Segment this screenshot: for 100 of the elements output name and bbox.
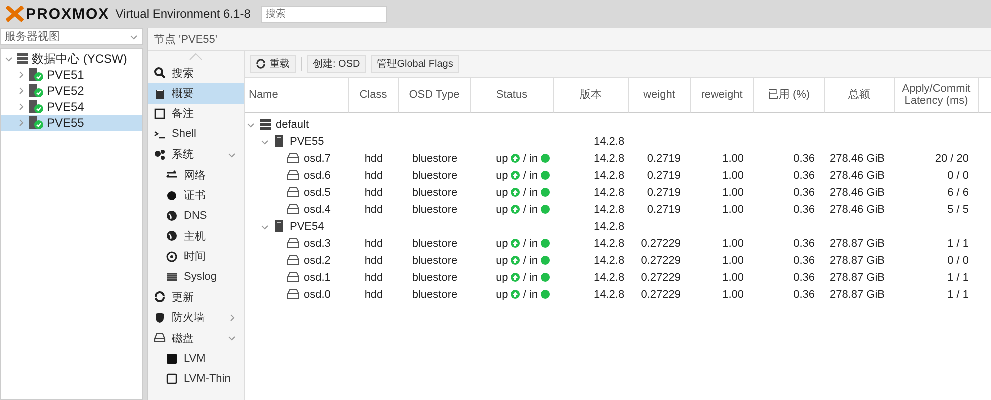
weight-text: 0.2719 <box>647 204 681 216</box>
reload-icon <box>256 59 266 69</box>
column-header[interactable]: 总额 <box>825 78 895 113</box>
status-up-text: up <box>496 238 508 250</box>
osd-type-text: bluestore <box>412 170 458 182</box>
nav-item[interactable]: Shell <box>148 124 244 145</box>
status-in-text: / in <box>523 254 538 266</box>
used-text: 0.36 <box>794 152 815 164</box>
column-header[interactable]: reweight <box>691 78 754 113</box>
total-text: 278.87 GiB <box>830 272 885 284</box>
tree-item[interactable]: PVE54 <box>1 99 142 115</box>
nav-item[interactable]: 防火墙 <box>148 308 244 328</box>
column-header[interactable]: 已用 (%) <box>754 78 825 113</box>
expand-caret-icon[interactable] <box>261 138 269 146</box>
version-text: 14.2.8 <box>594 204 625 216</box>
status-dot-icon <box>541 188 550 197</box>
search-field[interactable]: 搜索 <box>260 6 387 22</box>
column-header[interactable]: weight <box>629 78 691 113</box>
reweight-text: 1.00 <box>722 186 744 198</box>
osd-type-text: bluestore <box>412 288 458 300</box>
nav-item[interactable]: 搜索 <box>148 63 244 84</box>
row-name: PVE54 <box>290 220 324 232</box>
server-icon <box>273 220 286 233</box>
version-text: 14.2.8 <box>594 152 625 164</box>
column-header[interactable]: Apply/Commit Latency (ms) <box>895 78 979 113</box>
status-in-text: / in <box>523 288 538 300</box>
nav-item[interactable]: 系统 <box>148 144 244 165</box>
status-dot-icon <box>541 154 550 163</box>
status-up-text: up <box>496 152 508 164</box>
row-name: osd.7 <box>304 152 331 164</box>
row-name: osd.2 <box>304 254 331 266</box>
reweight-text: 1.00 <box>722 170 744 182</box>
weight-text: 0.27229 <box>641 254 681 266</box>
toolbar-button[interactable]: 管理Global Flags <box>371 55 460 73</box>
osd-type-text: bluestore <box>412 186 458 198</box>
nav-item[interactable]: LVM <box>148 348 244 369</box>
expand-caret-icon[interactable] <box>228 314 236 322</box>
expand-caret-icon[interactable] <box>261 222 269 230</box>
used-text: 0.36 <box>794 170 815 182</box>
class-text: hdd <box>364 288 384 300</box>
class-text: hdd <box>364 152 384 164</box>
osd-type-text: bluestore <box>412 204 458 216</box>
nav-item[interactable]: DNS <box>148 206 244 226</box>
nav-item[interactable]: 时间 <box>148 246 244 267</box>
nav-item[interactable]: 备注 <box>148 104 244 124</box>
up-arrow-icon <box>511 273 520 282</box>
used-text: 0.36 <box>794 204 815 216</box>
server-rack-icon <box>259 118 272 131</box>
used-text: 0.36 <box>794 272 815 284</box>
column-header[interactable]: OSD Type <box>399 78 471 113</box>
toolbar-button[interactable]: 创建: OSD <box>307 55 366 73</box>
latency-text: 20 / 20 <box>935 152 969 164</box>
status-up-text: up <box>496 170 508 182</box>
class-text: hdd <box>364 186 384 198</box>
row-name: PVE55 <box>290 136 324 148</box>
server-online-icon <box>28 100 44 114</box>
view-selector[interactable]: 服务器视图 <box>0 28 143 45</box>
expand-caret-icon[interactable] <box>228 150 236 159</box>
nav-item[interactable]: 网络 <box>148 164 244 186</box>
used-text: 0.36 <box>794 288 815 300</box>
nav-item[interactable]: 磁盘 <box>148 328 244 348</box>
used-text: 0.36 <box>794 186 815 198</box>
column-header[interactable]: Name <box>245 78 349 113</box>
osd-type-text: bluestore <box>412 238 458 250</box>
nav-item[interactable]: 更新 <box>148 287 244 308</box>
nav-item[interactable]: Syslog <box>148 266 244 288</box>
tree-item[interactable]: PVE51 <box>1 67 142 83</box>
status-dot-icon <box>541 205 550 214</box>
tree-item[interactable]: PVE55 <box>1 115 142 131</box>
toolbar-button[interactable]: 重载 <box>250 55 296 73</box>
nav-item[interactable]: LVM-Thin <box>148 368 244 390</box>
nav-item[interactable]: 证书 <box>148 185 244 206</box>
total-text: 278.46 GiB <box>830 152 885 164</box>
latency-text: 6 / 6 <box>948 186 969 198</box>
expand-caret-icon[interactable] <box>228 334 236 342</box>
nav-item[interactable]: 概要 <box>148 83 244 104</box>
column-header[interactable]: Status <box>471 78 554 113</box>
status-dot-icon <box>541 239 550 248</box>
logo-text: PROXMOX <box>26 6 110 22</box>
reweight-text: 1.00 <box>722 272 744 284</box>
scroll-up-icon[interactable] <box>189 53 203 61</box>
status-dot-icon <box>541 171 550 180</box>
osd-type-text: bluestore <box>412 254 458 266</box>
tree-item[interactable]: 数据中心 (YCSW) <box>32 50 128 68</box>
breadcrumb-text: 节点 'PVE55' <box>154 32 218 46</box>
tree-item[interactable]: PVE52 <box>1 83 142 99</box>
row-name: osd.6 <box>304 170 331 182</box>
weight-text: 0.2719 <box>647 152 681 164</box>
version-text: 14.2.8 <box>594 186 625 198</box>
status-in-text: / in <box>523 204 538 216</box>
nav-item[interactable]: 主机 <box>148 226 244 247</box>
status-up-text: up <box>496 272 508 284</box>
expand-caret-icon[interactable] <box>5 55 13 63</box>
reweight-text: 1.00 <box>722 204 744 216</box>
row-name: osd.3 <box>304 238 331 250</box>
column-header[interactable]: Class <box>349 78 399 113</box>
column-header[interactable]: 版本 <box>554 78 629 113</box>
latency-text: 5 / 5 <box>948 204 969 216</box>
logo-x-icon <box>6 6 24 22</box>
expand-caret-icon[interactable] <box>247 120 255 128</box>
